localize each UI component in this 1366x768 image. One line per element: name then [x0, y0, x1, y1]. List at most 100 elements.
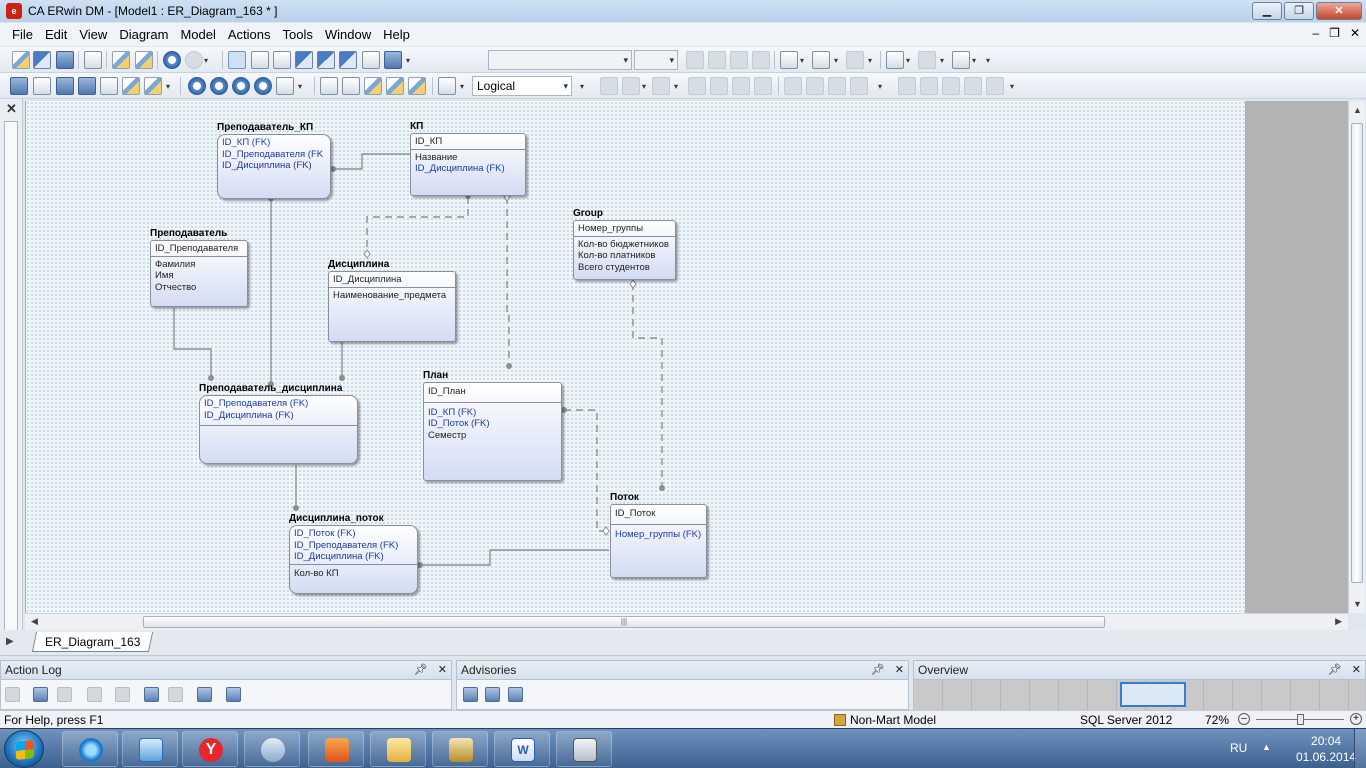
line-weight-icon[interactable]: [886, 51, 904, 69]
advisories-options-icon[interactable]: [508, 687, 523, 702]
definition-display-icon[interactable]: [408, 77, 426, 95]
save-icon[interactable]: [56, 51, 74, 69]
mdi-restore-icon[interactable]: ❐: [1329, 26, 1340, 40]
close-explorer-icon[interactable]: ✕: [6, 101, 17, 117]
attribute[interactable]: Кол-во бюджетников: [578, 239, 671, 251]
key-attribute[interactable]: ID_Преподавателя (FK: [222, 149, 326, 161]
drawing-tool-icon[interactable]: [384, 51, 402, 69]
pin-icon[interactable]: 📌︎: [1328, 661, 1342, 680]
transform-4-icon[interactable]: [850, 77, 868, 95]
pane-close-icon[interactable]: ✕: [1352, 661, 1361, 680]
key-attribute[interactable]: ID_Дисциплина (FK): [222, 160, 326, 172]
entity-name[interactable]: Group: [573, 208, 603, 219]
macro-icon[interactable]: [898, 77, 916, 95]
horizontal-scroll-thumb[interactable]: |||: [143, 616, 1105, 628]
advisories-save-icon[interactable]: [463, 687, 478, 702]
attribute[interactable]: ID_Дисциплина (FK): [415, 163, 521, 175]
entity-group[interactable]: Номер_группы Кол-во бюджетников Кол-во п…: [573, 208, 676, 280]
relationship-layout-icon[interactable]: [122, 77, 140, 95]
key-attribute[interactable]: Номер_группы: [578, 223, 671, 235]
menu-edit[interactable]: Edit: [39, 23, 73, 46]
attribute[interactable]: Фамилия: [155, 259, 243, 271]
auto-layout-icon[interactable]: [144, 77, 162, 95]
entity-name[interactable]: Поток: [610, 492, 639, 503]
forward-engineer-icon[interactable]: [600, 77, 618, 95]
key-attribute[interactable]: ID_Дисциплина (FK): [204, 410, 353, 422]
overview-viewport[interactable]: [1120, 682, 1186, 707]
key-attribute[interactable]: ID_Дисциплина: [333, 274, 451, 286]
key-attribute[interactable]: ID_КП: [415, 136, 521, 148]
language-indicator[interactable]: RU: [1230, 741, 1247, 755]
taskbar-mail[interactable]: [122, 731, 178, 767]
category-tool-icon[interactable]: [273, 51, 291, 69]
scroll-right-icon[interactable]: ▶: [1335, 616, 1342, 627]
entity-name[interactable]: План: [423, 370, 448, 381]
menu-actions[interactable]: Actions: [222, 23, 277, 46]
zoom-in-circle-icon[interactable]: +: [1350, 713, 1362, 725]
menu-file[interactable]: File: [0, 23, 39, 46]
menu-view[interactable]: View: [73, 23, 113, 46]
taskbar-vlc[interactable]: [308, 731, 364, 767]
entity-name[interactable]: Преподаватель_дисциплина: [199, 383, 342, 394]
zoom-fit-icon[interactable]: [232, 77, 250, 95]
entity-prepodavatel[interactable]: ID_Преподавателя Фамилия Имя Отчество Пр…: [150, 228, 248, 307]
menu-model[interactable]: Model: [174, 23, 221, 46]
taskbar-yandex[interactable]: Y: [182, 731, 238, 767]
log-properties-icon[interactable]: [115, 687, 130, 702]
vertical-scroll-thumb[interactable]: [1351, 123, 1363, 583]
scroll-up-icon[interactable]: ▲: [1353, 105, 1362, 115]
italic-icon[interactable]: [708, 51, 726, 69]
attribute[interactable]: Наименование_предмета: [333, 290, 451, 302]
fill-color-icon[interactable]: [812, 51, 830, 69]
open-icon[interactable]: [33, 51, 51, 69]
attribute-display-icon[interactable]: [342, 77, 360, 95]
taskbar-word[interactable]: W: [494, 731, 550, 767]
many-to-many-rel-icon[interactable]: [317, 51, 335, 69]
entity-name[interactable]: Преподаватель_КП: [217, 122, 313, 133]
entity-disciplina-potok[interactable]: ID_Поток (FK) ID_Преподавателя (FK) ID_Д…: [289, 513, 418, 594]
macro-4-icon[interactable]: [964, 77, 982, 95]
entity-plan[interactable]: ID_План ID_КП (FK) ID_Поток (FK) Семестр…: [423, 370, 562, 481]
font-size-combo[interactable]: ▾: [634, 50, 678, 70]
macro-3-icon[interactable]: [942, 77, 960, 95]
mart-save-icon[interactable]: [732, 77, 750, 95]
layout-icon[interactable]: [100, 77, 118, 95]
restore-button[interactable]: ❐: [1284, 2, 1314, 20]
taskbar-speaker[interactable]: [244, 731, 300, 767]
entity-name[interactable]: КП: [410, 121, 423, 132]
attribute[interactable]: Кол-во КП: [294, 568, 413, 580]
entity-prepodavatel-kp[interactable]: ID_КП (FK) ID_Преподавателя (FK ID_Дисци…: [217, 122, 331, 199]
attribute[interactable]: Отчество: [155, 282, 243, 294]
close-button[interactable]: ✕: [1316, 2, 1362, 20]
scroll-left-icon[interactable]: ◀: [31, 616, 38, 627]
show-desktop-button[interactable]: [1354, 729, 1366, 768]
attribute[interactable]: Номер_группы (FK): [615, 529, 702, 541]
transform-3-icon[interactable]: [828, 77, 846, 95]
entity-display-icon[interactable]: [320, 77, 338, 95]
log-filter-icon[interactable]: [57, 687, 72, 702]
log-expand-icon[interactable]: [87, 687, 102, 702]
advisories-list-icon[interactable]: [485, 687, 500, 702]
entity-potok[interactable]: ID_Поток Номер_группы (FK) Поток: [610, 492, 707, 578]
print-icon[interactable]: [84, 51, 102, 69]
explorer-rail[interactable]: [4, 121, 18, 641]
taskbar-erwin[interactable]: [432, 731, 488, 767]
subject-area-icon[interactable]: [33, 77, 51, 95]
key-attribute[interactable]: ID_КП (FK): [222, 137, 326, 149]
reverse-engineer-icon[interactable]: [622, 77, 640, 95]
log-binoculars-icon[interactable]: [197, 687, 212, 702]
text-block-icon[interactable]: [362, 51, 380, 69]
font-color-icon[interactable]: [780, 51, 798, 69]
menu-window[interactable]: Window: [319, 23, 377, 46]
transform-2-icon[interactable]: [806, 77, 824, 95]
attribute[interactable]: Всего студентов: [578, 262, 671, 274]
attribute[interactable]: Семестр: [428, 430, 557, 442]
taskbar-network[interactable]: [556, 731, 612, 767]
pane-close-icon[interactable]: ✕: [438, 661, 447, 680]
attribute[interactable]: ID_Поток (FK): [428, 418, 557, 430]
pane-close-icon[interactable]: ✕: [895, 661, 904, 680]
log-redo-icon[interactable]: [168, 687, 183, 702]
display-options-icon[interactable]: [438, 77, 456, 95]
zoom-out-circle-icon[interactable]: –: [1238, 713, 1250, 725]
taskbar-explorer[interactable]: [370, 731, 426, 767]
